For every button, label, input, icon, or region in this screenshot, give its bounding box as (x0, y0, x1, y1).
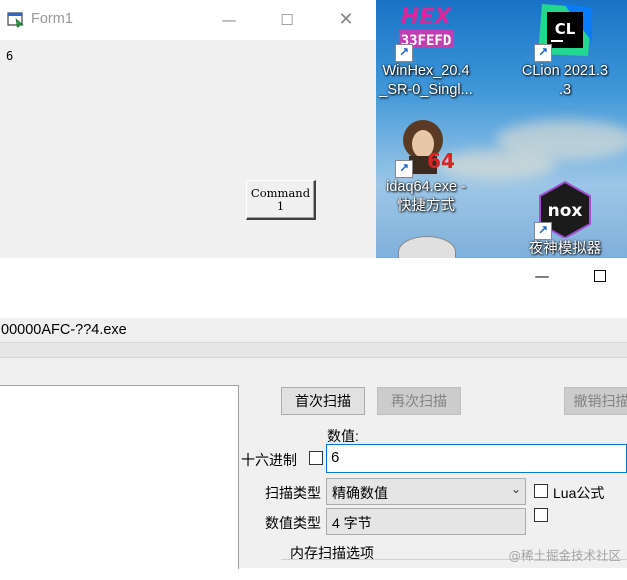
undo-scan-button[interactable]: 撤销扫描 (564, 387, 627, 415)
shortcut-arrow-icon: ↗ (534, 222, 552, 240)
scan-progress-bar (0, 342, 627, 358)
ce-titlebar[interactable]: — (0, 258, 627, 318)
scan-type-value: 精确数值 (332, 485, 388, 501)
winhex-icon: HEX 33FEFD ↗ (395, 2, 457, 62)
maximize-button[interactable] (590, 266, 610, 286)
partial-icon-label (619, 68, 627, 82)
ida-icon: 64 ↗ (395, 118, 457, 178)
desktop-icon-label: CLion 2021.3 .3 (521, 63, 609, 98)
next-scan-button[interactable]: 再次扫描 (377, 387, 461, 415)
value-type-label: 数值类型 (265, 515, 321, 531)
process-bar: 00000AFC-??4.exe (0, 318, 627, 342)
desktop-icon-label: WinHex_20.4 _SR-0_Singl... (379, 63, 473, 98)
nox-icon: nox ↗ (534, 180, 596, 240)
scan-type-select[interactable]: 精确数值 ⌄ (326, 478, 526, 505)
form1-window: Form1 — ☐ ✕ 6 Command 1 (0, 0, 376, 258)
form1-titlebar[interactable]: Form1 — ☐ ✕ (0, 0, 376, 40)
desktop-icon-label: idaq64.exe - 快捷方式 (386, 179, 466, 214)
value-label: 数值: (327, 428, 359, 444)
lua-formula-label: Lua公式 (553, 485, 605, 501)
lua-formula-checkbox[interactable] (534, 484, 548, 498)
desktop-icon-nox[interactable]: nox ↗ 夜神模拟器 (510, 180, 620, 258)
desktop-icon-winhex[interactable]: HEX 33FEFD ↗ WinHex_20.4 _SR-0_Singl... (376, 2, 481, 100)
minimize-button[interactable]: — (532, 266, 552, 286)
vb-form-icon (7, 12, 25, 32)
desktop-icon-label: 夜神模拟器 (528, 241, 602, 257)
watermark: @稀土掘金技术社区 (508, 548, 621, 563)
cheat-engine-window: — 00000AFC-??4.exe 首次扫描 再次扫描 撤销扫描 数值: 十六… (0, 258, 627, 569)
process-name: 00000AFC-??4.exe (1, 322, 127, 338)
close-button[interactable]: ✕ (336, 10, 356, 30)
first-scan-button[interactable]: 首次扫描 (281, 387, 365, 415)
svg-text:64: 64 (427, 149, 455, 173)
form1-title: Form1 (31, 11, 73, 27)
clion-icon: CL ↗ (534, 2, 596, 62)
svg-text:nox: nox (548, 201, 583, 221)
command1-button[interactable]: Command 1 (246, 180, 316, 220)
value-input[interactable]: 6 (326, 444, 627, 473)
partial-desktop-icon (398, 236, 456, 258)
maximize-icon (594, 270, 606, 282)
chevron-down-icon: ⌄ (510, 482, 521, 496)
form1-value-label: 6 (6, 49, 14, 63)
desktop-icon-clion[interactable]: CL ↗ CLion 2021.3 .3 (510, 2, 620, 100)
value-type-value: 4 字节 (332, 515, 372, 531)
desktop-background: HEX 33FEFD ↗ WinHex_20.4 _SR-0_Singl... … (376, 0, 627, 258)
maximize-button[interactable]: ☐ (277, 10, 297, 30)
svg-text:HEX: HEX (401, 5, 452, 30)
desktop-icon-idaq64[interactable]: 64 ↗ idaq64.exe - 快捷方式 (376, 118, 481, 216)
scan-type-label: 扫描类型 (265, 485, 321, 501)
svg-text:CL: CL (555, 20, 576, 38)
minimize-button[interactable]: — (219, 10, 239, 30)
found-addresses-list[interactable] (0, 385, 239, 569)
shortcut-arrow-icon: ↗ (395, 44, 413, 62)
value-type-select[interactable]: 4 字节 (326, 508, 526, 535)
hex-checkbox[interactable] (309, 451, 323, 465)
hex-label: 十六进制 (241, 452, 297, 468)
option-checkbox[interactable] (534, 508, 548, 522)
shortcut-arrow-icon: ↗ (395, 160, 413, 178)
shortcut-arrow-icon: ↗ (534, 44, 552, 62)
